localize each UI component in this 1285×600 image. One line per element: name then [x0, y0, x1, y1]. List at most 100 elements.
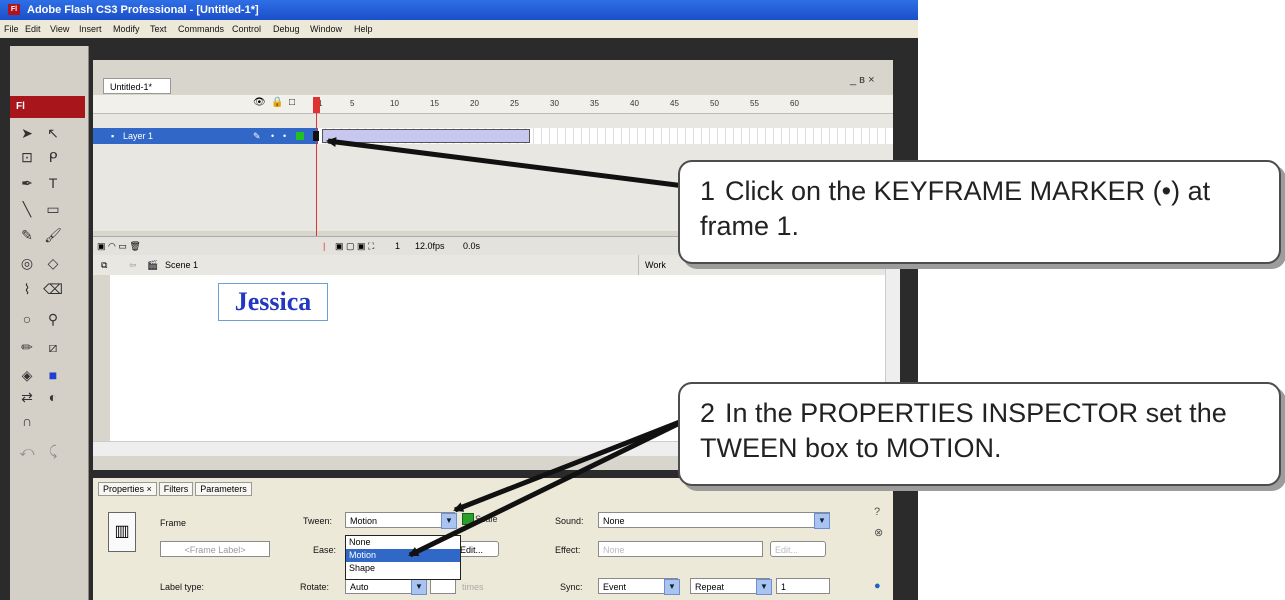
subselection-tool-icon[interactable]: ↖	[42, 122, 64, 144]
menu-insert[interactable]: Insert	[79, 20, 102, 38]
ink-bottle-tool-icon[interactable]: ◎	[16, 252, 38, 274]
eraser-tool-icon[interactable]: ⌫	[42, 278, 64, 300]
effect-edit-button[interactable]: Edit...	[770, 541, 826, 557]
expand-icon[interactable]: ●	[874, 580, 881, 592]
no-color-icon[interactable]: ⧄	[42, 336, 64, 358]
paint-bucket-tool-icon[interactable]: ◇	[42, 252, 64, 274]
tween-option-motion[interactable]: Motion	[346, 549, 460, 562]
frame-rate: 12.0fps	[415, 241, 445, 251]
tick-label: 40	[630, 99, 639, 108]
menu-window[interactable]: Window	[310, 20, 342, 38]
menu-debug[interactable]: Debug	[273, 20, 300, 38]
fill-swatch-icon[interactable]: ■	[42, 364, 64, 386]
accessibility-icon[interactable]: ⊗	[874, 526, 883, 539]
scale-label: Scale	[475, 514, 498, 524]
snap-magnet-icon[interactable]: ∩	[16, 410, 38, 432]
callout-text: Click on the KEYFRAME MARKER (•) at fram…	[700, 176, 1211, 241]
menu-edit[interactable]: Edit	[25, 20, 41, 38]
tools-grid: ➤ ↖ ⊡ ᑭ ✒ T ╲ ▭ ✎ 🖌 ◎ ◇ ⌇ ⌫ ○ ⚲ ✏ ⧄ ◈ ■ …	[10, 46, 88, 600]
effect-select[interactable]: None	[598, 541, 763, 557]
scene-name[interactable]: Scene 1	[165, 255, 198, 275]
rotate-times-input[interactable]	[430, 578, 456, 594]
callout-text: In the PROPERTIES INSPECTOR set the TWEE…	[700, 398, 1227, 463]
brush-tool-icon[interactable]: 🖌	[42, 224, 64, 246]
current-frame: 1	[395, 241, 401, 251]
onion-skin-icons[interactable]: ▣ ▢ ▣ ⛶	[335, 237, 374, 255]
frame-span[interactable]	[322, 129, 530, 143]
swap-colors-icon[interactable]: ⇄	[16, 386, 38, 408]
repeat-dropdown-arrow-icon[interactable]: ▼	[756, 579, 772, 595]
tick-label: 10	[390, 99, 399, 108]
keyframe-marker[interactable]	[313, 131, 319, 141]
callout-number: 2	[700, 398, 716, 428]
menu-file[interactable]: File	[4, 20, 19, 38]
eye-icon[interactable]: 👁	[253, 97, 266, 108]
line-tool-icon[interactable]: ╲	[16, 198, 38, 220]
scale-checkbox[interactable]	[462, 513, 474, 525]
lock-icon[interactable]: 🔒	[271, 97, 283, 108]
menu-text[interactable]: Text	[150, 20, 167, 38]
eyedropper-tool-icon[interactable]: ⌇	[16, 278, 38, 300]
sync-label: Sync:	[560, 582, 583, 592]
tab-untitled-1[interactable]: Untitled-1*	[103, 78, 171, 94]
outline-icon[interactable]: □	[289, 97, 295, 108]
layer-buttons-icon[interactable]: ▣ ◠ ▭ 🗑	[97, 237, 141, 255]
center-frame-icon[interactable]: |	[323, 237, 325, 255]
rotate-label: Rotate:	[300, 582, 330, 592]
times-label: times	[462, 582, 484, 592]
stroke-color-icon[interactable]: ✏	[16, 336, 38, 358]
rectangle-tool-icon[interactable]: ▭	[42, 198, 64, 220]
tab-filters[interactable]: Filters	[158, 482, 194, 496]
lasso-tool-icon[interactable]: ᑭ	[42, 146, 64, 168]
sound-select[interactable]: None	[598, 512, 830, 528]
workspace-menu[interactable]: Work	[645, 255, 666, 275]
fill-color-icon[interactable]: ◈	[16, 364, 38, 386]
smooth-icon[interactable]: ⤺	[16, 440, 38, 462]
hand-tool-icon[interactable]: ○	[16, 308, 38, 330]
straighten-icon[interactable]: ⤹	[42, 440, 64, 462]
zoom-tool-icon[interactable]: ⚲	[42, 308, 64, 330]
tween-dropdown-list[interactable]: None Motion Shape	[345, 535, 461, 580]
menu-commands[interactable]: Commands	[178, 20, 224, 38]
outline-color-square[interactable]	[296, 132, 304, 140]
pencil-icon: ✎	[253, 131, 261, 141]
sync-dropdown-arrow-icon[interactable]: ▼	[664, 579, 680, 595]
tab-parameters[interactable]: Parameters	[195, 482, 252, 496]
stage-text-object[interactable]: Jessica	[218, 283, 328, 321]
layer-row[interactable]: ▪ Layer 1 ✎ • •	[93, 128, 318, 144]
back-arrow-icon[interactable]: ⇦	[129, 255, 137, 275]
tween-dropdown-arrow-icon[interactable]: ▼	[441, 513, 457, 529]
menu-control[interactable]: Control	[232, 20, 261, 38]
pen-tool-icon[interactable]: ✒	[16, 172, 38, 194]
ease-edit-button[interactable]: Edit...	[455, 541, 499, 557]
pencil-tool-icon[interactable]: ✎	[16, 224, 38, 246]
menu-view[interactable]: View	[50, 20, 69, 38]
timeline-toggle-icon[interactable]: ⧉	[101, 255, 107, 275]
tick-label: 15	[430, 99, 439, 108]
ease-label: Ease:	[313, 545, 337, 555]
free-transform-tool-icon[interactable]: ⊡	[16, 146, 38, 168]
selection-tool-icon[interactable]: ➤	[16, 122, 38, 144]
menu-modify[interactable]: Modify	[113, 20, 140, 38]
title-bar: Fl Adobe Flash CS3 Professional - [Untit…	[0, 0, 918, 20]
frame-label-input[interactable]: <Frame Label>	[160, 541, 270, 557]
sound-dropdown-arrow-icon[interactable]: ▼	[814, 513, 830, 529]
tick-label: 20	[470, 99, 479, 108]
tween-option-shape[interactable]: Shape	[346, 562, 460, 575]
tab-properties[interactable]: Properties ×	[98, 482, 157, 496]
pasteboard	[93, 275, 110, 441]
menu-help[interactable]: Help	[354, 20, 373, 38]
lock-dot[interactable]: •	[283, 128, 286, 144]
document-window-controls[interactable]: _ в ×	[850, 74, 875, 86]
rotate-dropdown-arrow-icon[interactable]: ▼	[411, 579, 427, 595]
tween-select[interactable]: Motion	[345, 512, 455, 528]
tick-label: 35	[590, 99, 599, 108]
default-colors-icon[interactable]: ◐	[42, 386, 64, 408]
visibility-dot[interactable]: •	[271, 128, 274, 144]
text-tool-icon[interactable]: T	[42, 172, 64, 194]
help-icon[interactable]: ?	[874, 506, 880, 518]
layer-name[interactable]: Layer 1	[123, 128, 153, 144]
properties-inspector	[93, 478, 893, 600]
repeat-count-input[interactable]: 1	[776, 578, 830, 594]
tween-option-none[interactable]: None	[346, 536, 460, 549]
